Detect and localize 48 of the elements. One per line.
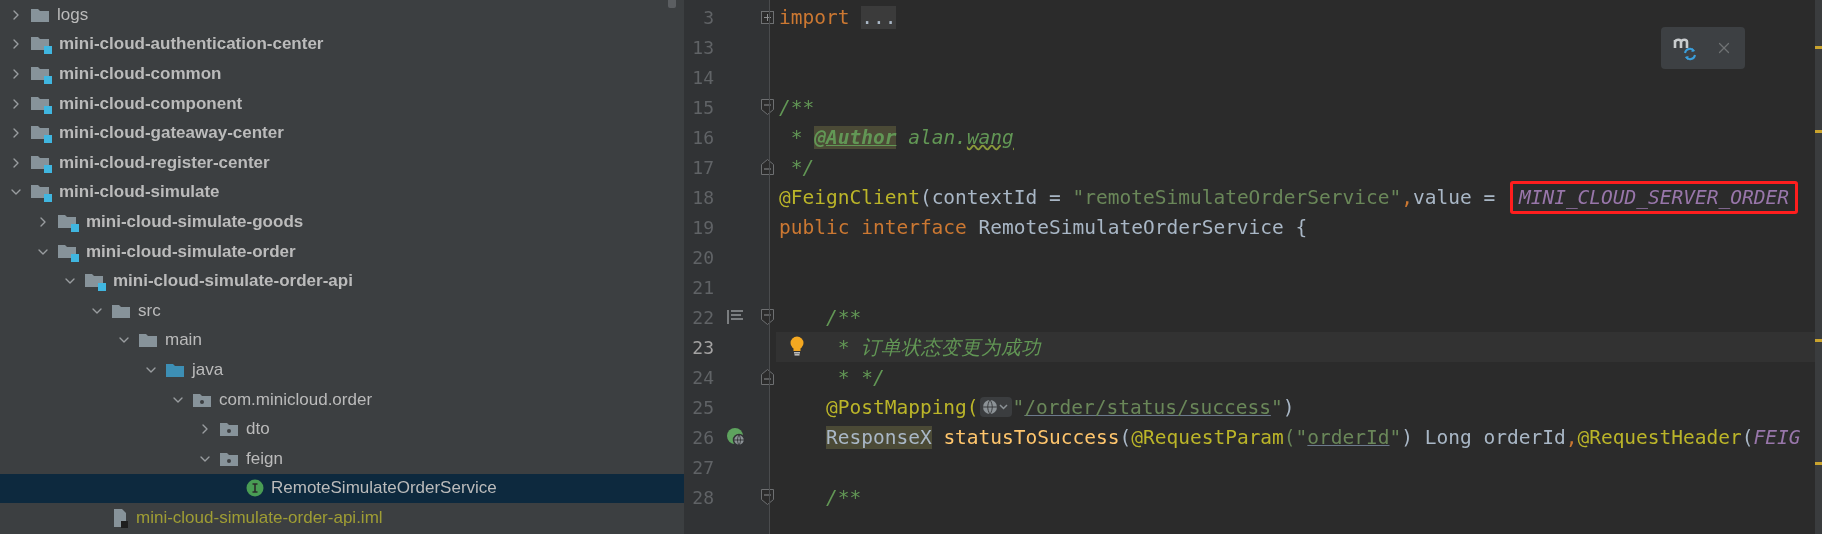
reload-icon[interactable] <box>1673 35 1699 61</box>
module-folder-icon <box>30 64 52 84</box>
tree-item[interactable]: mini-cloud-register-center <box>0 147 684 178</box>
interface-icon <box>246 479 264 498</box>
tree-item[interactable]: mini-cloud-simulate <box>0 177 684 208</box>
lightbulb-icon[interactable] <box>789 335 805 356</box>
module-folder-icon <box>30 34 52 55</box>
code-line: "/order/status/success") <box>1012 395 1295 419</box>
tree-item[interactable]: RemoteSimulateOrderService <box>0 473 684 504</box>
code-line: * 订单状态变更为成功 <box>837 334 1042 361</box>
code-line: @PostMapping( <box>825 395 979 419</box>
code-line: ResponseX statusToSuccess(@RequestParam("orderId") Long orderId,@RequestHeader(FEIG <box>825 425 1801 449</box>
tree-item[interactable]: logs <box>0 0 684 30</box>
tree-item[interactable]: mini-cloud-simulate-order-api <box>0 266 684 296</box>
code-line: * @Author alan.wang <box>790 125 1014 149</box>
tree-item[interactable]: mini-cloud-common <box>0 59 684 89</box>
code-line: */ <box>790 155 815 179</box>
tree-item[interactable]: mini-cloud-authentication-center <box>0 29 684 60</box>
line-number: 23 <box>691 336 714 358</box>
tree-item[interactable]: feign <box>0 443 684 474</box>
highlight-frame: MINI_CLOUD_SERVER_ORDER <box>1509 180 1798 214</box>
code-line: import ... <box>779 5 897 29</box>
tree-item[interactable]: mini-cloud-simulate-goods <box>0 207 684 237</box>
module-folder-icon <box>84 271 106 292</box>
tree-item[interactable]: dto <box>0 414 684 444</box>
tree-item[interactable]: com.minicloud.order <box>0 384 684 415</box>
module-folder-icon <box>30 182 52 203</box>
tree-item[interactable]: main <box>0 325 684 356</box>
code-line: /** <box>825 305 862 329</box>
tree-item[interactable]: src <box>0 295 684 326</box>
code-line: /** <box>825 485 862 509</box>
tree-item[interactable]: mini-cloud-component <box>0 88 684 119</box>
file-icon <box>111 507 129 528</box>
structure-icon[interactable] <box>727 309 745 325</box>
code-line: @FeignClient(contextId = "remoteSimulateOrderService",value = <box>779 185 1497 209</box>
globe-icon[interactable] <box>726 427 746 447</box>
scrollbar-thumb[interactable] <box>668 0 676 8</box>
folder-icon <box>138 331 158 350</box>
tree-item[interactable]: mini-cloud-simulate-order-api.iml <box>0 503 684 533</box>
code-line: * */ <box>837 365 885 389</box>
package-icon <box>219 420 239 439</box>
code-line: public interface RemoteSimulateOrderService { <box>779 215 1308 239</box>
globe-dropdown-icon[interactable] <box>979 397 1012 417</box>
tree-item[interactable]: java <box>0 355 684 385</box>
tree-item[interactable]: mini-cloud-gateaway-center <box>0 118 684 148</box>
code-line: /** <box>779 95 815 119</box>
tree-item[interactable]: mini-cloud-simulate-order <box>0 236 684 267</box>
module-folder-icon <box>30 123 52 144</box>
